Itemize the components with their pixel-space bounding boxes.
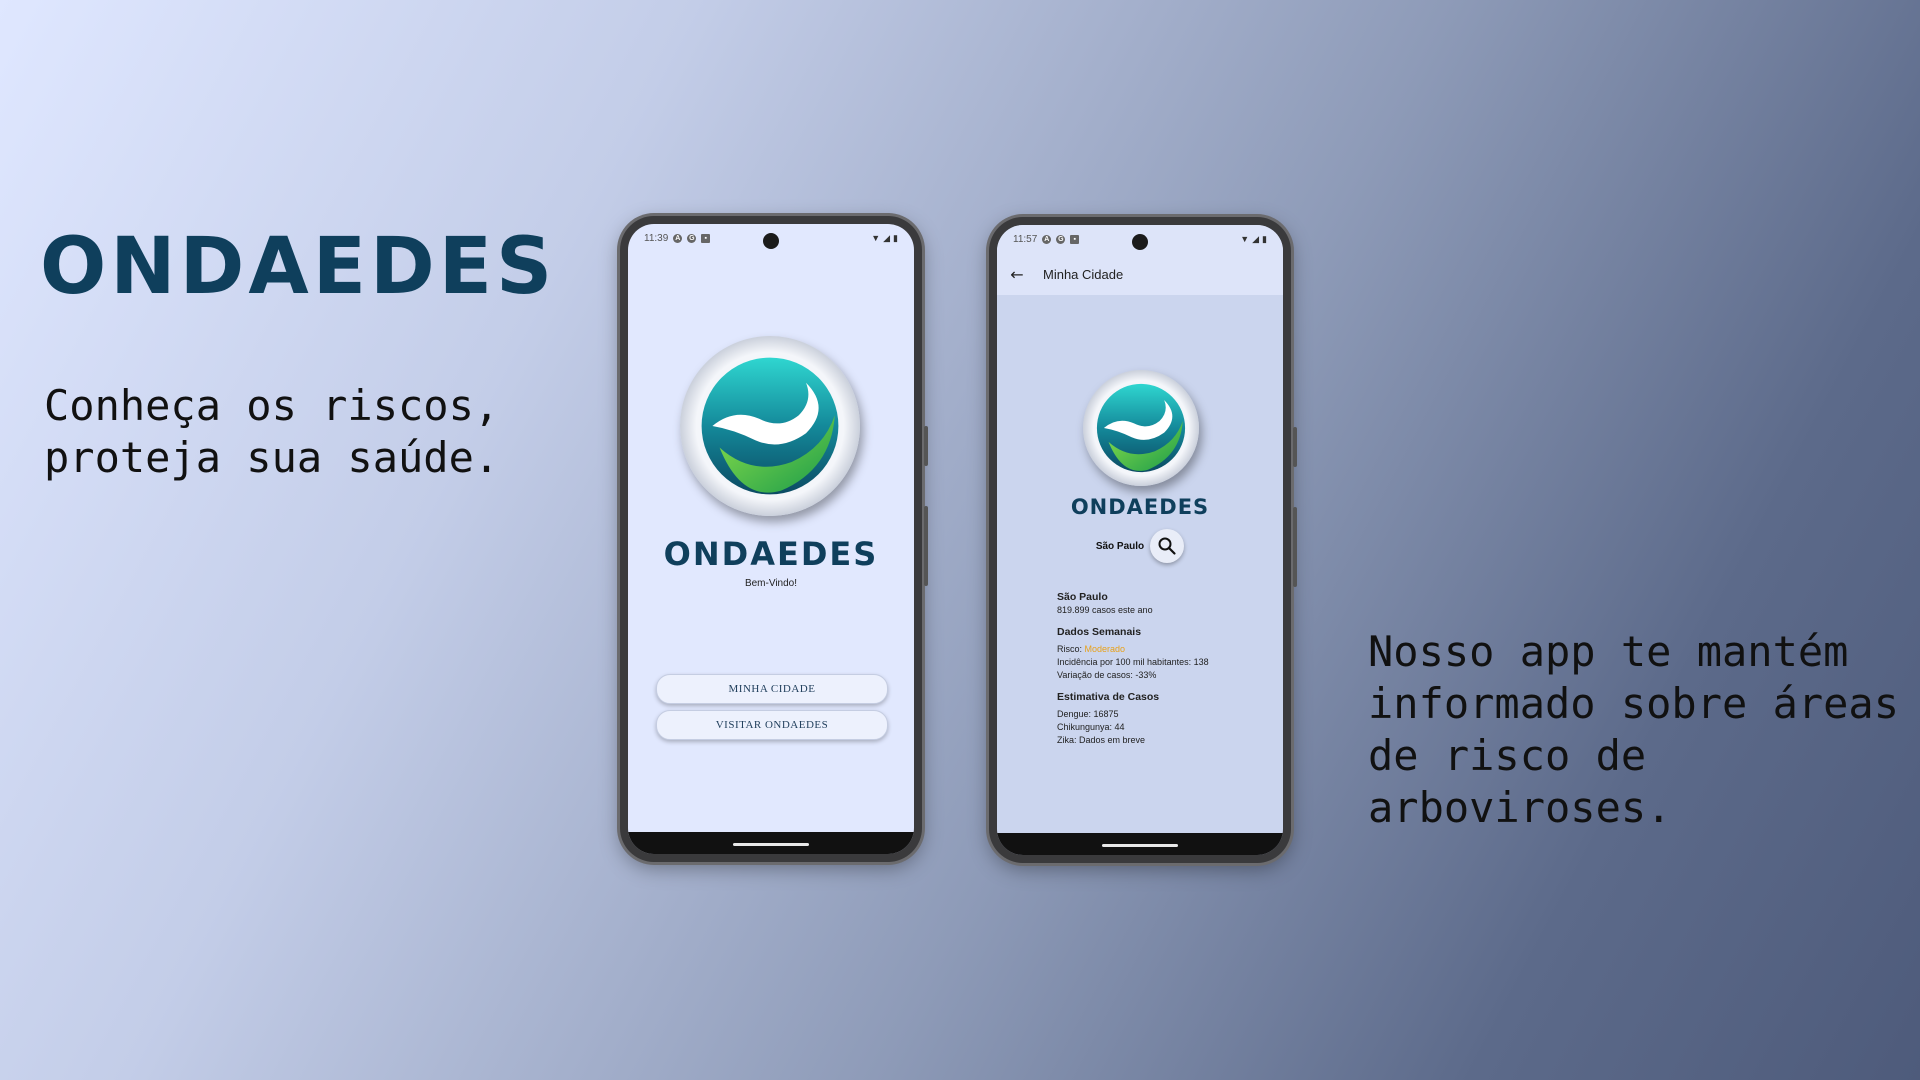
sim-icon: ▪ — [1070, 234, 1080, 244]
search-icon — [1158, 537, 1176, 555]
phone-volume-button — [1293, 507, 1297, 587]
my-city-button[interactable]: MINHA CIDADE — [656, 674, 888, 704]
risk-label: Risco: — [1057, 644, 1085, 654]
tagline: Conheça os riscos, proteja sua saúde. — [44, 381, 500, 482]
info-city-name: São Paulo — [1057, 591, 1108, 603]
phone-mockup-city: 11:57 A G ▪ ▼ ◢ ▮ ← Minha Cidade ONDAEDE… — [989, 217, 1297, 863]
brand-title: ONDAEDES — [40, 222, 557, 312]
status-time: 11:39 — [644, 232, 669, 244]
dengue-estimate: Dengue: 16875 — [1057, 709, 1119, 719]
weekly-data-header: Dados Semanais — [1057, 626, 1142, 638]
home-indicator[interactable] — [1102, 844, 1178, 847]
front-camera — [763, 233, 779, 249]
city-selector: São Paulo — [997, 529, 1283, 563]
navigation-bar — [997, 833, 1283, 855]
search-button[interactable] — [1150, 529, 1185, 563]
arrow-left-icon[interactable]: ← — [997, 265, 1037, 284]
incidence-text: Incidência por 100 mil habitantes: 138 — [1057, 657, 1209, 667]
chikungunya-estimate: Chikungunya: 44 — [1057, 722, 1125, 732]
navigation-bar — [628, 832, 914, 854]
visit-ondaedes-button[interactable]: VISITAR ONDAEDES — [656, 710, 888, 740]
wifi-icon: ▼ — [871, 233, 881, 243]
signal-icon: ◢ — [1252, 233, 1260, 244]
status-time: 11:57 — [1013, 233, 1038, 245]
battery-icon: ▮ — [893, 232, 898, 243]
sim-icon: ▪ — [701, 233, 711, 243]
city-info-panel: São Paulo 819.899 casos este ano Dados S… — [1057, 591, 1277, 748]
variation-text: Variação de casos: -33% — [1057, 670, 1157, 680]
home-indicator[interactable] — [733, 843, 809, 846]
wifi-icon: ▼ — [1240, 234, 1250, 244]
selected-city-label: São Paulo — [1095, 540, 1145, 552]
ondaedes-logo-icon — [680, 336, 860, 516]
app-bar: ← Minha Cidade — [997, 253, 1283, 295]
estimate-header: Estimativa de Casos — [1057, 691, 1160, 703]
a-icon: A — [673, 233, 683, 243]
appbar-title: Minha Cidade — [1043, 266, 1124, 282]
info-cases-year: 819.899 casos este ano — [1057, 605, 1153, 615]
risk-line: Risco: Moderado — [1057, 644, 1277, 654]
phone-power-button — [924, 426, 928, 466]
battery-icon: ▮ — [1262, 233, 1267, 244]
phone-power-button — [1293, 427, 1297, 467]
app-description: Nosso app te mantém informado sobre área… — [1368, 627, 1900, 832]
welcome-text: Bem-Vindo! — [744, 578, 798, 589]
zika-estimate: Zika: Dados em breve — [1057, 735, 1146, 745]
ondaedes-logo-icon — [1083, 370, 1199, 486]
city-screen: 11:57 A G ▪ ▼ ◢ ▮ ← Minha Cidade ONDAEDE… — [997, 225, 1283, 855]
google-icon: G — [1056, 234, 1066, 244]
phone-mockup-home: 11:39 A G ▪ ▼ ◢ ▮ ONDAEDES Bem-Vindo! MI… — [620, 216, 928, 862]
signal-icon: ◢ — [883, 232, 891, 243]
risk-value: Moderado — [1084, 644, 1126, 654]
app-name: ONDAEDES — [1070, 495, 1210, 519]
home-screen: 11:39 A G ▪ ▼ ◢ ▮ ONDAEDES Bem-Vindo! MI… — [628, 224, 914, 854]
a-icon: A — [1042, 234, 1052, 244]
google-icon: G — [687, 233, 697, 243]
front-camera — [1132, 234, 1148, 250]
phone-volume-button — [924, 506, 928, 586]
app-name: ONDAEDES — [663, 535, 879, 573]
